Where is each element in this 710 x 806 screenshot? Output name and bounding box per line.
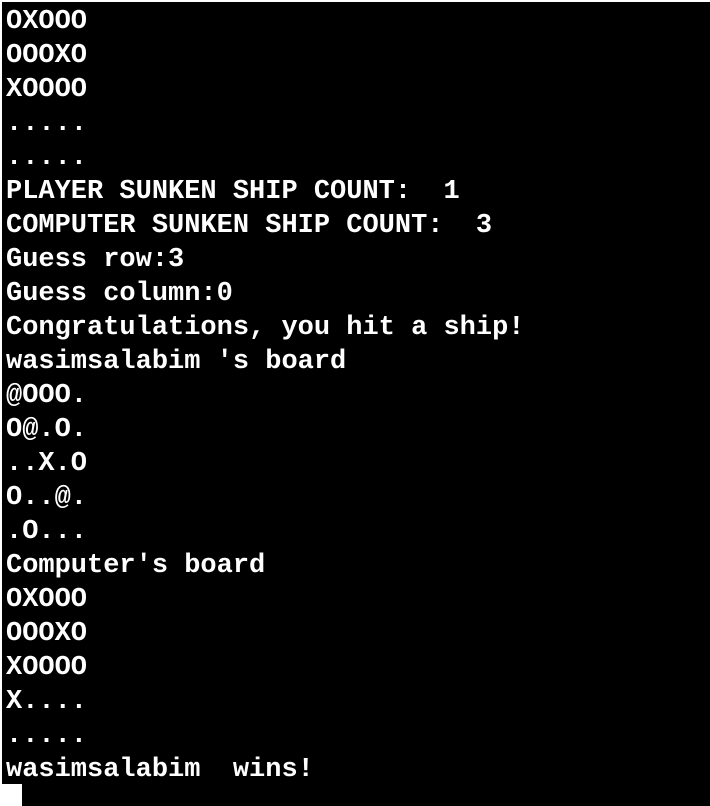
board-row: OOOXO (6, 41, 88, 71)
computer-board-row: XOOOO (6, 653, 88, 683)
computer-board-row: X.... (6, 687, 88, 717)
computer-board-row: OOOXO (6, 619, 88, 649)
player-board-row: @OOO. (6, 381, 88, 411)
computer-board-title: Computer's board (6, 551, 266, 581)
hit-message: Congratulations, you hit a ship! (6, 313, 525, 343)
guess-column-prompt: Guess column:0 (6, 279, 233, 309)
player-board-title: wasimsalabim 's board (6, 347, 347, 377)
terminal-lines: OXOOO OOOXO XOOOO ..... ..... PLAYER SUN… (6, 5, 524, 787)
guess-row-prompt: Guess row:3 (6, 245, 185, 275)
computer-board-row: OXOOO (6, 585, 88, 615)
player-sunken-count: PLAYER SUNKEN SHIP COUNT: 1 (6, 177, 460, 207)
computer-sunken-count: COMPUTER SUNKEN SHIP COUNT: 3 (6, 211, 493, 241)
board-row: OXOOO (6, 7, 88, 37)
player-board-row: O..@. (6, 483, 88, 513)
player-board-row: ..X.O (6, 449, 88, 479)
terminal-output: OXOOO OOOXO XOOOO ..... ..... PLAYER SUN… (2, 2, 710, 787)
board-row: XOOOO (6, 75, 88, 105)
board-row: ..... (6, 109, 88, 139)
terminal-bottom-edge (22, 784, 710, 806)
computer-board-row: ..... (6, 721, 88, 751)
board-row: ..... (6, 143, 88, 173)
win-message: wasimsalabim wins! (6, 755, 314, 785)
player-board-row: .O... (6, 517, 88, 547)
player-board-row: O@.O. (6, 415, 88, 445)
